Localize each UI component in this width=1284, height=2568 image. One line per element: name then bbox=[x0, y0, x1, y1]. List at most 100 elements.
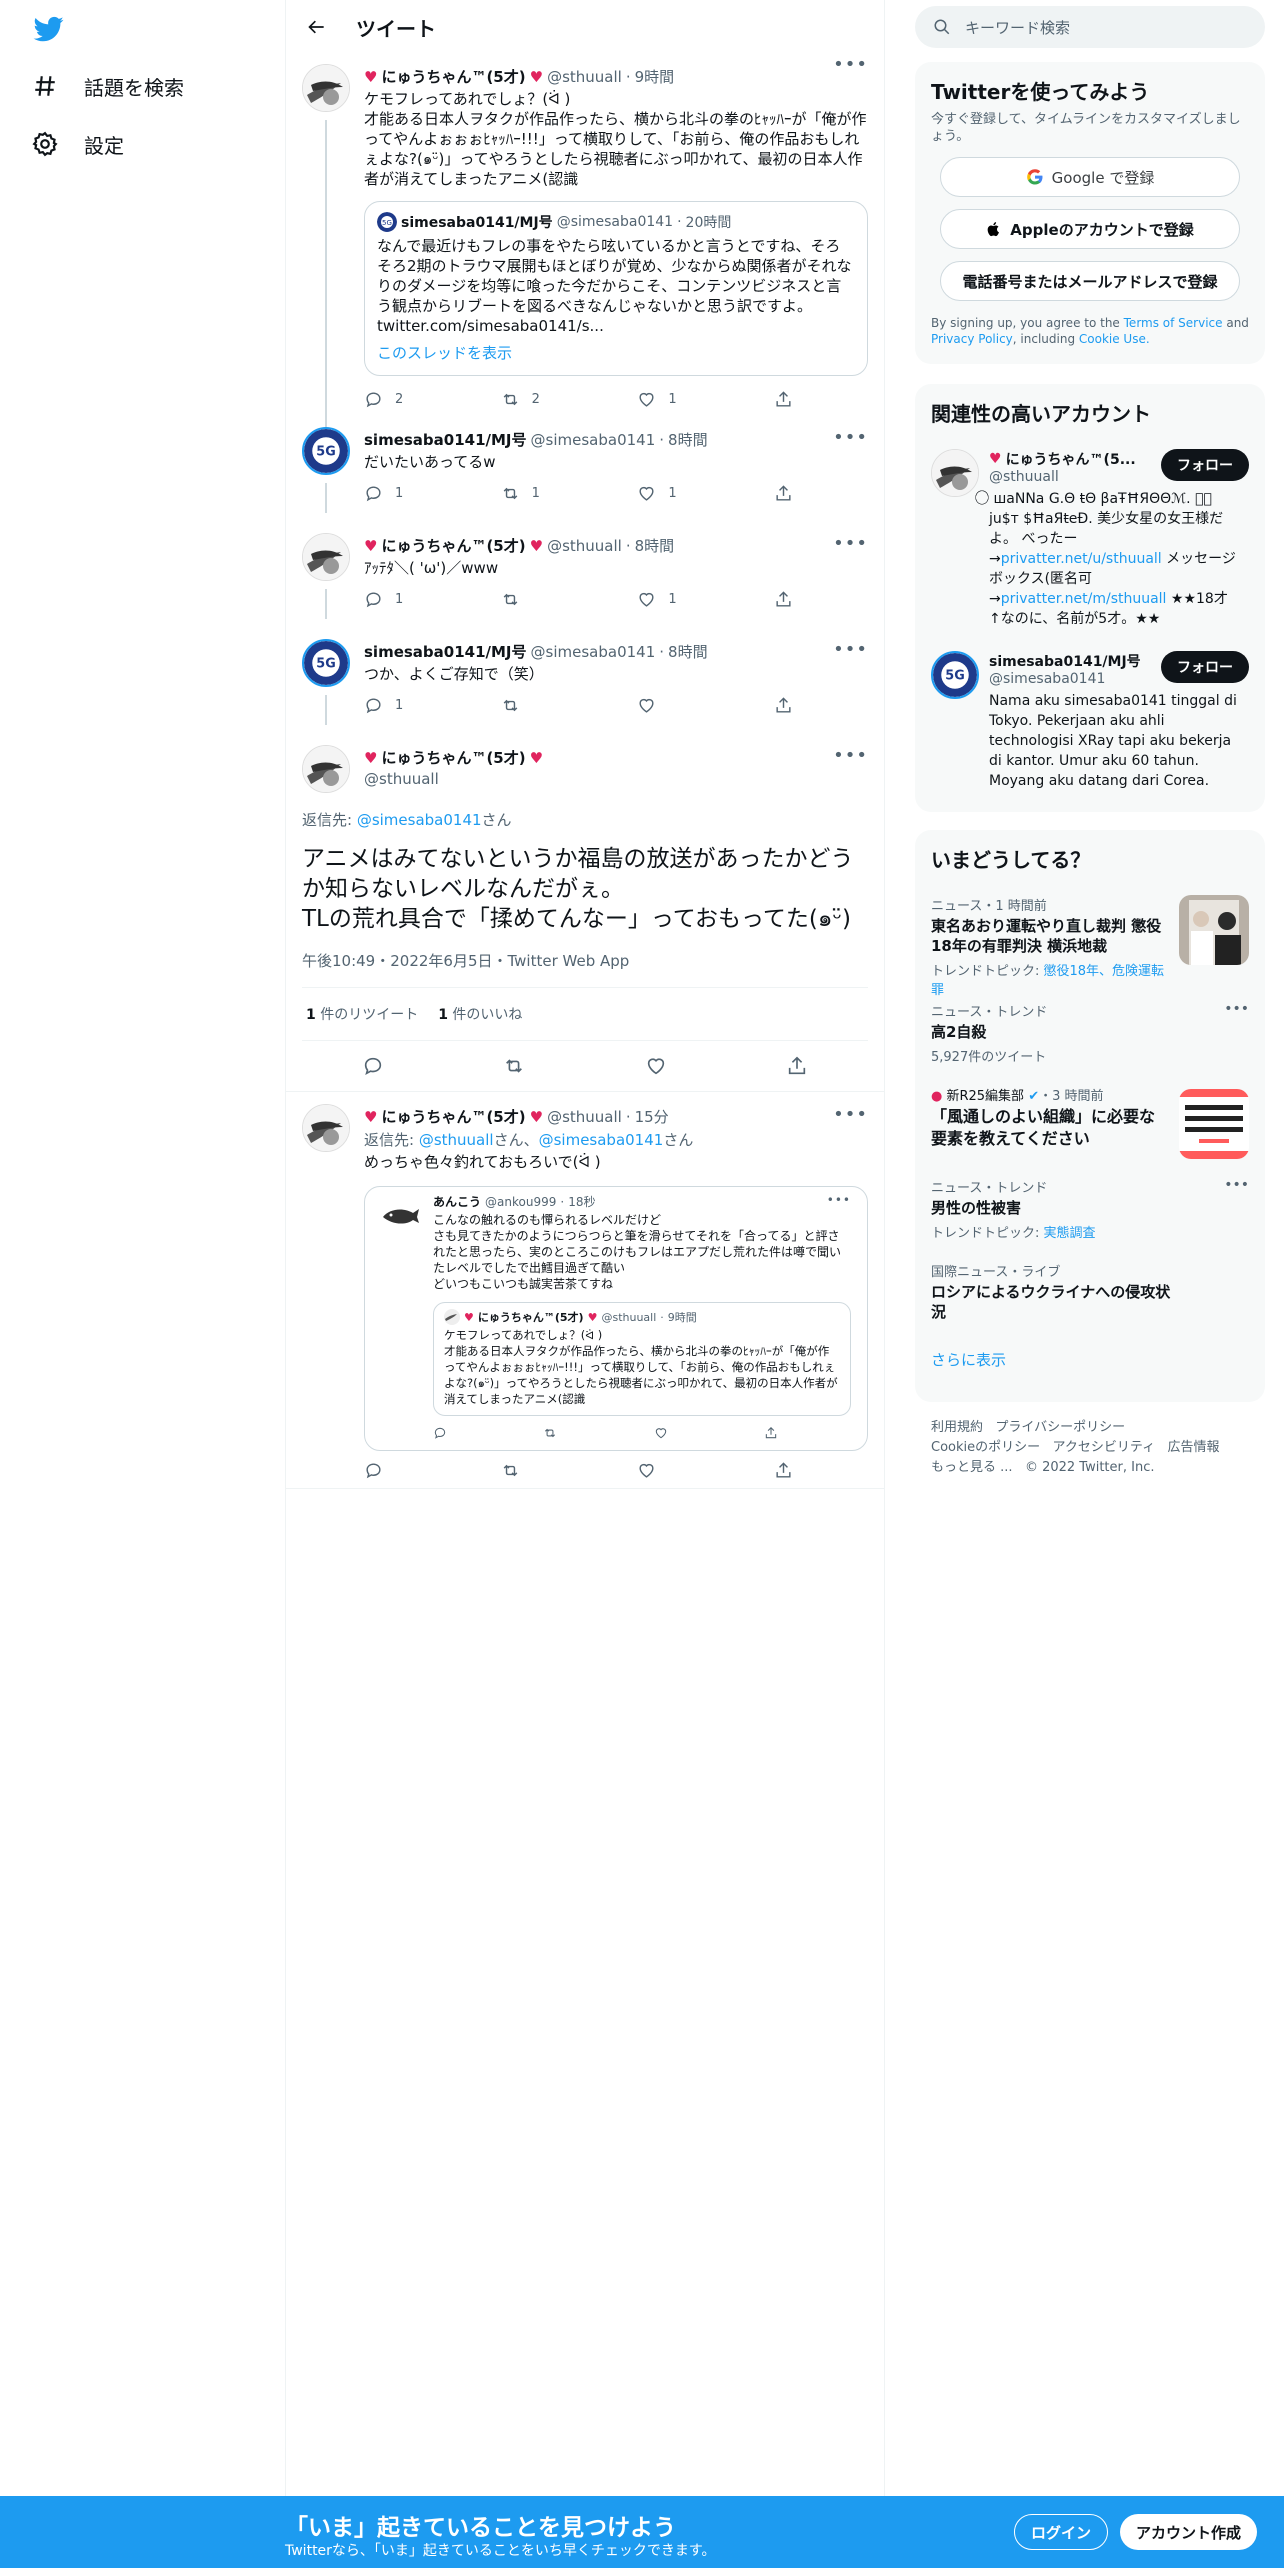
thread-tweet[interactable]: 5G simesaba0141/MJ号 @simesaba0141 · 8時間 つか… bbox=[286, 609, 884, 725]
share-button[interactable] bbox=[774, 390, 794, 409]
reply-button[interactable]: 1 bbox=[364, 590, 424, 609]
google-signup-button[interactable]: Google で登録 bbox=[940, 157, 1240, 197]
follow-button[interactable]: フォロー bbox=[1161, 449, 1249, 481]
more-options-icon[interactable]: ••• bbox=[827, 1193, 851, 1207]
share-button[interactable] bbox=[774, 590, 794, 609]
back-arrow-icon[interactable] bbox=[300, 10, 334, 44]
nav-settings[interactable]: 設定 bbox=[32, 128, 124, 160]
avatar[interactable]: 5G bbox=[302, 427, 350, 475]
thread-tweet[interactable]: ♥ にゅうちゃん™(5才) ♥ @sthuuall · 9時間 ケモフレってあれでしょ？… bbox=[286, 54, 884, 427]
retweet-button[interactable]: 2 bbox=[501, 390, 561, 409]
apple-signup-button[interactable]: Appleのアカウントで登録 bbox=[940, 209, 1240, 249]
like-button[interactable]: 1 bbox=[637, 484, 697, 503]
reply-to-link[interactable]: @simesaba0141 bbox=[357, 811, 482, 829]
footer-privacy-link[interactable]: プライバシーポリシー bbox=[995, 1420, 1125, 1435]
avatar[interactable] bbox=[302, 64, 350, 112]
tweet-time[interactable]: 9時間 bbox=[635, 66, 675, 87]
author-handle[interactable]: @simesaba0141 bbox=[531, 643, 656, 661]
bio-link[interactable]: privatter.net/u/sthuuall bbox=[1001, 551, 1162, 567]
like-count-link[interactable]: 1 件のいいね bbox=[438, 1004, 522, 1024]
more-options-icon[interactable]: ••• bbox=[833, 427, 868, 448]
author-handle[interactable]: @sthuuall bbox=[547, 68, 622, 86]
share-button[interactable] bbox=[774, 1461, 794, 1480]
thread-tweet[interactable]: ♥ にゅうちゃん™(5才) ♥ @sthuuall · 8時間 ｱｯﾃﾀ＼( 'ω')／… bbox=[286, 503, 884, 619]
avatar[interactable] bbox=[302, 1104, 350, 1152]
show-more-link[interactable]: さらに表示 bbox=[915, 1349, 1265, 1370]
retweet-icon[interactable] bbox=[503, 1055, 525, 1077]
phone-email-signup-button[interactable]: 電話番号またはメールアドレスで登録 bbox=[940, 261, 1240, 301]
retweet-count-link[interactable]: 1 件のリツイート bbox=[306, 1004, 418, 1024]
like-button[interactable]: 1 bbox=[637, 390, 697, 409]
thread-tweet[interactable]: 5G simesaba0141/MJ号 @simesaba0141 · 8時間 だい… bbox=[286, 409, 884, 513]
footer-ads-link[interactable]: 広告情報 bbox=[1168, 1440, 1220, 1455]
tweet-timestamp[interactable]: 午後10:49・2022年6月5日・Twitter Web App bbox=[302, 950, 868, 987]
tweet-time[interactable]: 8時間 bbox=[668, 429, 708, 450]
share-button[interactable] bbox=[774, 696, 794, 715]
avatar[interactable] bbox=[302, 533, 350, 581]
footer-terms-link[interactable]: 利用規約 bbox=[931, 1420, 983, 1435]
like-button[interactable] bbox=[637, 1461, 697, 1480]
retweet-button[interactable] bbox=[501, 696, 561, 715]
reply-button[interactable]: 1 bbox=[364, 696, 424, 715]
more-options-icon[interactable]: ••• bbox=[1224, 1177, 1249, 1193]
twitter-logo-icon[interactable] bbox=[32, 14, 66, 44]
reply-button[interactable]: 1 bbox=[364, 484, 424, 503]
more-options-icon[interactable]: ••• bbox=[833, 745, 868, 766]
reply-to-link[interactable]: @sthuuall bbox=[419, 1131, 494, 1149]
retweet-button[interactable] bbox=[501, 590, 561, 609]
tweet-time[interactable]: 15分 bbox=[635, 1106, 669, 1127]
quoted-tweet[interactable]: あんこう @ankou999 · 18秒 ••• こんなの触れるのも憚られるレベルだ… bbox=[364, 1186, 868, 1451]
trend-item[interactable]: ニュース・1 時間前 東名あおり運転やり直し裁判 懲役18年の有罪判決 横浜地裁… bbox=[915, 895, 1265, 1001]
more-options-icon[interactable]: ••• bbox=[833, 639, 868, 660]
avatar[interactable]: 5G bbox=[931, 651, 979, 699]
account-cell[interactable]: 5G simesaba0141/MJ号 @simesaba0141 Nama a… bbox=[915, 629, 1265, 791]
login-button[interactable]: ログイン bbox=[1014, 2514, 1109, 2550]
trend-item[interactable]: 国際ニュース・ライブ ロシアによるウクライナへの侵攻状況 bbox=[915, 1261, 1265, 1349]
share-button[interactable] bbox=[774, 484, 794, 503]
more-options-icon[interactable]: ••• bbox=[833, 54, 868, 75]
author-name[interactable]: simesaba0141/MJ号 bbox=[364, 429, 527, 450]
retweet-button[interactable]: 1 bbox=[501, 484, 561, 503]
author-name[interactable]: にゅうちゃん™(5才) bbox=[381, 1106, 525, 1127]
more-options-icon[interactable]: ••• bbox=[1224, 1001, 1249, 1017]
reply-icon[interactable] bbox=[362, 1055, 384, 1077]
like-button[interactable]: 1 bbox=[637, 590, 697, 609]
share-icon[interactable] bbox=[764, 1426, 778, 1440]
heart-icon[interactable] bbox=[645, 1055, 667, 1077]
terms-link[interactable]: Terms of Service bbox=[1124, 316, 1223, 330]
author-handle[interactable]: @sthuuall bbox=[547, 1108, 622, 1126]
account-cell[interactable]: ♥ にゅうちゃん™(5... @sthuuall ⃝⃝ шaNNa G.Θ ŧΘ … bbox=[915, 427, 1265, 629]
heart-icon[interactable] bbox=[654, 1426, 668, 1440]
footer-more-link[interactable]: もっと見る ... bbox=[931, 1460, 1013, 1475]
show-thread-link[interactable]: このスレッドを表示 bbox=[377, 342, 855, 363]
avatar[interactable]: 5G bbox=[302, 639, 350, 687]
reply-to-link[interactable]: @simesaba0141 bbox=[539, 1131, 664, 1149]
retweet-button[interactable] bbox=[501, 1461, 561, 1480]
share-icon[interactable] bbox=[786, 1055, 808, 1077]
nav-explore[interactable]: 話題を検索 bbox=[32, 70, 184, 102]
trend-item[interactable]: ニュース・トレンド 高2自殺 5,927件のツイート ••• bbox=[915, 1001, 1265, 1085]
like-button[interactable] bbox=[637, 696, 697, 715]
trend-item[interactable]: ● 新R25編集部 ✔・3 時間前 「風通しのよい組織」に必要な要素を教えてくだ… bbox=[915, 1085, 1265, 1177]
follow-button[interactable]: フォロー bbox=[1161, 651, 1249, 683]
tweet-time[interactable]: 8時間 bbox=[668, 641, 708, 662]
reply-tweet[interactable]: ♥ にゅうちゃん™(5才) ♥ @sthuuall · 15分 返信先: @sthuua… bbox=[286, 1092, 884, 1488]
author-name[interactable]: にゅうちゃん™(5才) bbox=[381, 66, 525, 87]
quoted-tweet[interactable]: 5G simesaba0141/MJ号 @simesaba0141 · 20時間 な… bbox=[364, 201, 868, 376]
bio-link[interactable]: privatter.net/m/sthuuall bbox=[1001, 591, 1167, 607]
cookie-link[interactable]: Cookie Use. bbox=[1079, 332, 1150, 346]
author-handle[interactable]: @sthuuall bbox=[547, 537, 622, 555]
more-options-icon[interactable]: ••• bbox=[833, 1104, 868, 1125]
reply-button[interactable] bbox=[364, 1461, 424, 1480]
reply-icon[interactable] bbox=[433, 1426, 447, 1440]
author-name[interactable]: にゅうちゃん™(5才) bbox=[381, 747, 525, 768]
author-handle[interactable]: @simesaba0141 bbox=[531, 431, 656, 449]
nested-quoted-tweet[interactable]: ♥ にゅうちゃん™(5才) ♥ @sthuuall · 9時間 ケモフレってあれでしょ？… bbox=[433, 1302, 851, 1416]
tweet-time[interactable]: 8時間 bbox=[635, 535, 675, 556]
privacy-link[interactable]: Privacy Policy bbox=[931, 332, 1013, 346]
signup-button[interactable]: アカウント作成 bbox=[1120, 2514, 1258, 2550]
author-handle[interactable]: @sthuuall bbox=[364, 770, 543, 788]
search-input[interactable]: キーワード検索 bbox=[915, 6, 1265, 48]
trend-topic-link[interactable]: 実態調査 bbox=[1044, 1226, 1096, 1241]
footer-accessibility-link[interactable]: アクセシビリティ bbox=[1053, 1440, 1156, 1455]
